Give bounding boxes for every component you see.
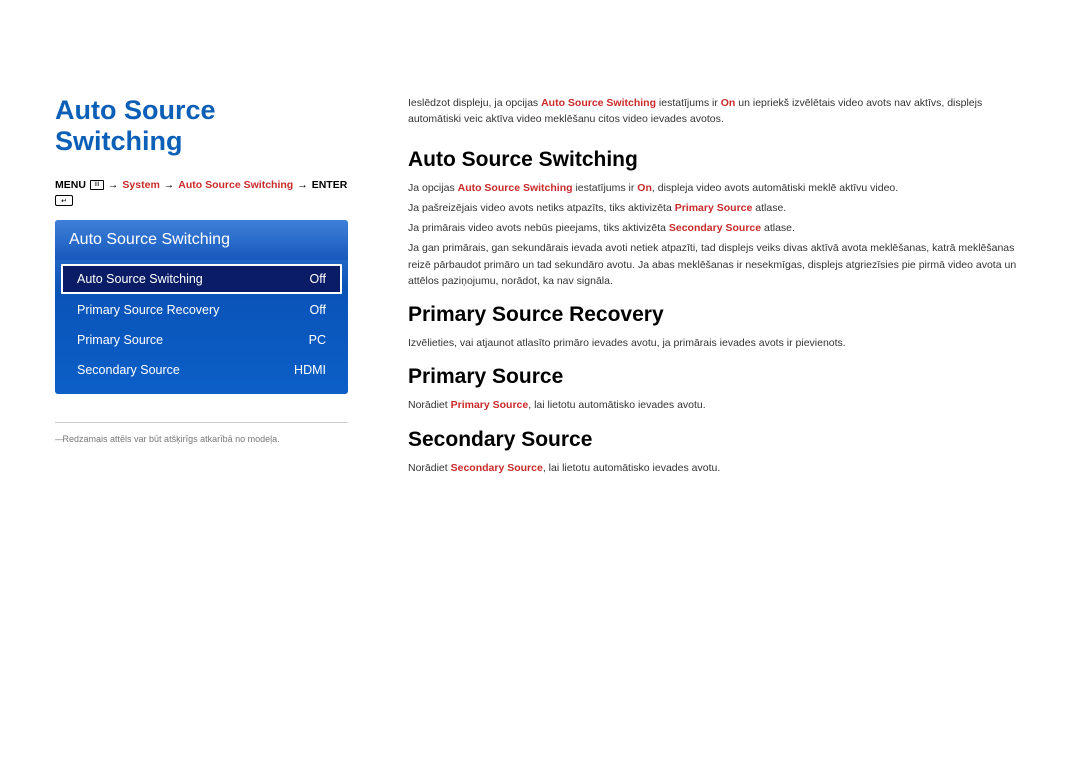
section-paragraph: Norādiet Secondary Source, lai lietotu a…: [408, 460, 1025, 476]
enter-icon: ↵: [55, 195, 73, 206]
section: Secondary Source Norādiet Secondary Sourc…: [408, 428, 1025, 476]
menu-icon: III: [90, 180, 104, 190]
content-area: Ieslēdzot displeju, ja opcijas Auto Sour…: [408, 95, 1025, 713]
breadcrumb: MENU III → System → Auto Source Switchin…: [55, 179, 348, 206]
menu-row-value: PC: [309, 333, 326, 347]
section-heading: Primary Source Recovery: [408, 303, 1025, 327]
breadcrumb-menu: MENU: [55, 179, 86, 191]
menu-row[interactable]: Auto Source Switching Off: [61, 264, 342, 294]
section: Auto Source Switching Ja opcijas Auto Sou…: [408, 148, 1025, 290]
section-heading: Primary Source: [408, 365, 1025, 389]
breadcrumb-enter: ENTER: [312, 179, 348, 191]
breadcrumb-system: System: [122, 179, 159, 191]
divider: [55, 422, 348, 423]
section-paragraph: Izvēlieties, vai atjaunot atlasīto primā…: [408, 335, 1025, 351]
footnote: Redzamais attēls var būt atšķirīgs atkar…: [55, 433, 348, 446]
menu-row-label: Primary Source: [77, 333, 163, 347]
arrow-icon: →: [297, 179, 308, 191]
intro-paragraph: Ieslēdzot displeju, ja opcijas Auto Sour…: [408, 95, 1025, 128]
section: Primary Source Recovery Izvēlieties, vai …: [408, 303, 1025, 351]
section: Primary Source Norādiet Primary Source, l…: [408, 365, 1025, 413]
menu-row-value: Off: [310, 272, 326, 286]
section-paragraph: Ja pašreizējais video avots netiks atpaz…: [408, 200, 1025, 216]
menu-row-label: Primary Source Recovery: [77, 303, 219, 317]
section-heading: Secondary Source: [408, 428, 1025, 452]
section-heading: Auto Source Switching: [408, 148, 1025, 172]
breadcrumb-page: Auto Source Switching: [178, 179, 293, 191]
menu-row[interactable]: Primary Source PC: [61, 326, 342, 354]
menu-row-label: Secondary Source: [77, 363, 180, 377]
menu-row-label: Auto Source Switching: [77, 272, 203, 286]
page-title: Auto Source Switching: [55, 95, 348, 157]
section-paragraph: Ja primārais video avots nebūs pieejams,…: [408, 220, 1025, 236]
arrow-icon: →: [164, 179, 175, 191]
menu-panel: Auto Source Switching Auto Source Switch…: [55, 220, 348, 394]
section-paragraph: Ja opcijas Auto Source Switching iestatī…: [408, 180, 1025, 196]
section-paragraph: Ja gan primārais, gan sekundārais ievada…: [408, 240, 1025, 289]
menu-row-value: Off: [310, 303, 326, 317]
menu-panel-header: Auto Source Switching: [55, 220, 348, 260]
menu-row[interactable]: Secondary Source HDMI: [61, 356, 342, 384]
section-paragraph: Norādiet Primary Source, lai lietotu aut…: [408, 397, 1025, 413]
arrow-icon: →: [108, 179, 119, 191]
menu-row[interactable]: Primary Source Recovery Off: [61, 296, 342, 324]
menu-row-value: HDMI: [294, 363, 326, 377]
